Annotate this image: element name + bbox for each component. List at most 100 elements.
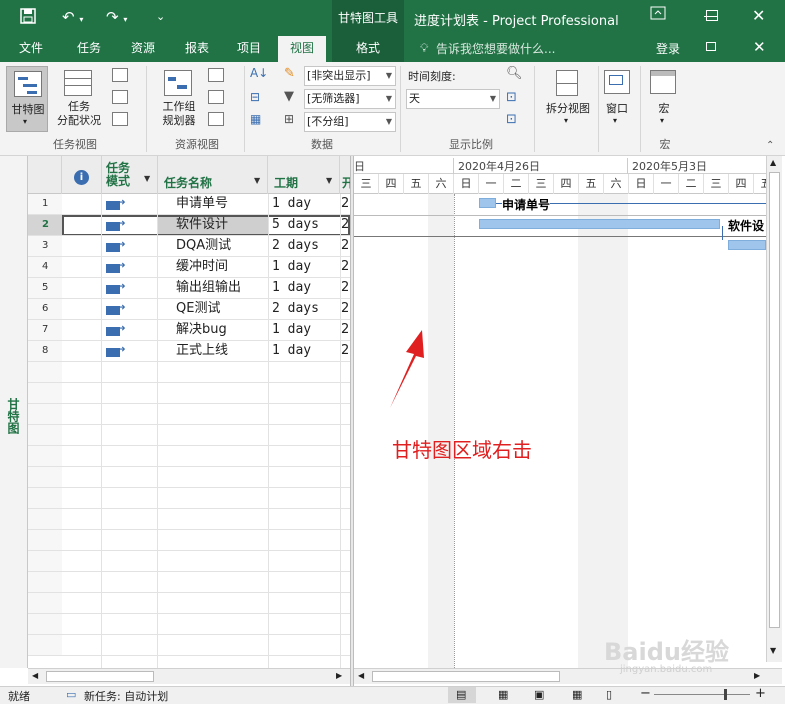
resource-usage-icon[interactable] — [208, 90, 224, 104]
row-number-empty[interactable] — [28, 509, 62, 530]
row-number[interactable]: 8 — [28, 341, 62, 362]
start-cell[interactable]: 2 — [341, 299, 350, 320]
duration-cell[interactable]: 1 day — [272, 278, 311, 299]
maximize-icon[interactable] — [706, 10, 718, 21]
gantt-bar-2[interactable] — [479, 219, 720, 229]
task-name-cell[interactable]: DQA测试 — [176, 236, 231, 257]
duration-cell[interactable]: 2 days — [272, 236, 319, 257]
task-usage-shortcut-icon[interactable]: ▦ — [498, 688, 508, 701]
split-view-button[interactable]: 拆分视图 ▾ — [540, 66, 596, 132]
task-name-cell[interactable]: 缓冲时间 — [176, 257, 228, 278]
task-mode-column-header[interactable]: 任务 模式 ▼ — [102, 156, 158, 194]
row-number-empty[interactable] — [28, 551, 62, 572]
zoom-icon[interactable]: 🔍︎ — [506, 66, 523, 81]
row-number[interactable]: 4 — [28, 257, 62, 278]
zoom-slider-track[interactable] — [654, 694, 750, 695]
task-usage-button[interactable]: 任务 分配状况 — [50, 66, 108, 132]
row-number[interactable]: 5 — [28, 278, 62, 299]
row-number-empty[interactable] — [28, 425, 62, 446]
duration-cell[interactable]: 5 days — [272, 215, 319, 236]
tab-resource[interactable]: 资源 — [120, 36, 166, 62]
task-name-cell[interactable]: 输出组输出 — [176, 278, 241, 299]
task-name-cell[interactable]: QE测试 — [176, 299, 220, 320]
tab-project[interactable]: 项目 — [226, 36, 272, 62]
highlight-select[interactable]: [非突出显示] ▼ — [304, 66, 396, 86]
zoom-in-icon[interactable]: + — [755, 686, 766, 701]
sort-icon[interactable]: A↓ — [250, 66, 268, 80]
collapse-ribbon-icon[interactable]: ⌃ — [766, 140, 774, 151]
row-number-empty[interactable] — [28, 593, 62, 614]
duration-cell[interactable]: 2 days — [272, 299, 319, 320]
resource-other-icon[interactable] — [208, 112, 224, 126]
row-number-empty[interactable] — [28, 572, 62, 593]
row-number[interactable]: 3 — [28, 236, 62, 257]
scroll-thumb[interactable] — [769, 172, 780, 628]
tables-icon[interactable]: ▦ — [250, 112, 261, 126]
network-diagram-icon[interactable] — [112, 68, 128, 82]
row-number[interactable]: 2 — [28, 215, 62, 236]
duration-cell[interactable]: 1 day — [272, 194, 311, 215]
start-cell[interactable]: 2 — [341, 194, 350, 215]
scroll-right-icon[interactable]: ▶ — [754, 671, 760, 680]
row-number-empty[interactable] — [28, 614, 62, 635]
gantt-bar-1[interactable] — [479, 198, 496, 208]
row-number-empty[interactable] — [28, 530, 62, 551]
row-number-empty[interactable] — [28, 383, 62, 404]
start-cell[interactable]: 2 — [341, 320, 350, 341]
row-number-empty[interactable] — [28, 362, 62, 383]
calendar-icon[interactable] — [112, 90, 128, 104]
save-icon[interactable] — [20, 8, 36, 28]
row-number-empty[interactable] — [28, 488, 62, 509]
start-cell[interactable]: 2 — [341, 341, 350, 362]
zoom-slider-thumb[interactable] — [724, 689, 727, 700]
tab-format[interactable]: 格式 — [340, 36, 396, 62]
tab-report[interactable]: 报表 — [174, 36, 220, 62]
scroll-thumb[interactable] — [46, 671, 154, 682]
gantt-vscrollbar[interactable]: ▲ ▼ — [766, 156, 782, 662]
restore-doc-icon[interactable] — [706, 42, 716, 51]
scroll-thumb[interactable] — [372, 671, 560, 682]
duration-cell[interactable]: 1 day — [272, 341, 311, 362]
start-cell[interactable]: 2 — [341, 215, 350, 236]
duration-cell[interactable]: 1 day — [272, 320, 311, 341]
task-name-column-header[interactable]: 任务名称 ▼ — [158, 156, 268, 194]
new-task-mode[interactable]: 新任务: 自动计划 — [84, 688, 168, 704]
filter-select[interactable]: [无筛选器] ▼ — [304, 89, 396, 109]
row-number-empty[interactable] — [28, 635, 62, 656]
start-cell[interactable]: 2 — [341, 236, 350, 257]
scroll-down-icon[interactable]: ▼ — [770, 646, 776, 655]
sign-in-link[interactable]: 登录 — [656, 40, 680, 57]
task-name-cell[interactable]: 正式上线 — [176, 341, 228, 362]
info-column-header[interactable]: i — [62, 156, 102, 194]
row-number[interactable]: 6 — [28, 299, 62, 320]
scroll-left-icon[interactable]: ◀ — [32, 671, 38, 680]
tab-task[interactable]: 任务 — [68, 36, 110, 62]
resource-sheet-icon[interactable] — [208, 68, 224, 82]
zoom-out-icon[interactable]: − — [640, 686, 651, 701]
scroll-right-icon[interactable]: ▶ — [336, 671, 342, 680]
timescale-select[interactable]: 天 ▼ — [406, 89, 500, 109]
row-number-empty[interactable] — [28, 467, 62, 488]
task-name-cell[interactable]: 软件设计 — [176, 215, 228, 236]
table-hscrollbar[interactable]: ◀ ▶ — [28, 668, 350, 684]
undo-icon[interactable]: ↶ ▾ — [62, 8, 83, 26]
tab-view[interactable]: 视图 — [278, 36, 326, 62]
row-number[interactable]: 1 — [28, 194, 62, 215]
task-name-cell[interactable]: 解决bug — [176, 320, 227, 341]
report-shortcut-icon[interactable]: ▯ — [606, 688, 612, 701]
select-all-corner[interactable] — [28, 156, 62, 194]
window-button[interactable]: 窗口 ▾ — [600, 66, 634, 132]
close-doc-icon[interactable]: ✕ — [753, 38, 766, 56]
macros-button[interactable]: 宏 ▾ — [644, 66, 684, 132]
close-icon[interactable]: ✕ — [752, 6, 765, 25]
scroll-left-icon[interactable]: ◀ — [358, 671, 364, 680]
row-number-empty[interactable] — [28, 404, 62, 425]
tell-me-box[interactable]: 告诉我您想要做什么... — [436, 40, 555, 57]
ribbon-display-options-icon[interactable] — [650, 6, 670, 26]
row-number-empty[interactable] — [28, 446, 62, 467]
start-cell[interactable]: 2 — [341, 257, 350, 278]
tab-file[interactable]: 文件 — [8, 36, 54, 62]
duration-column-header[interactable]: 工期 ▼ — [268, 156, 340, 194]
outline-icon[interactable]: ⊟ — [250, 90, 260, 104]
entire-project-icon[interactable]: ⊡ — [506, 90, 517, 105]
